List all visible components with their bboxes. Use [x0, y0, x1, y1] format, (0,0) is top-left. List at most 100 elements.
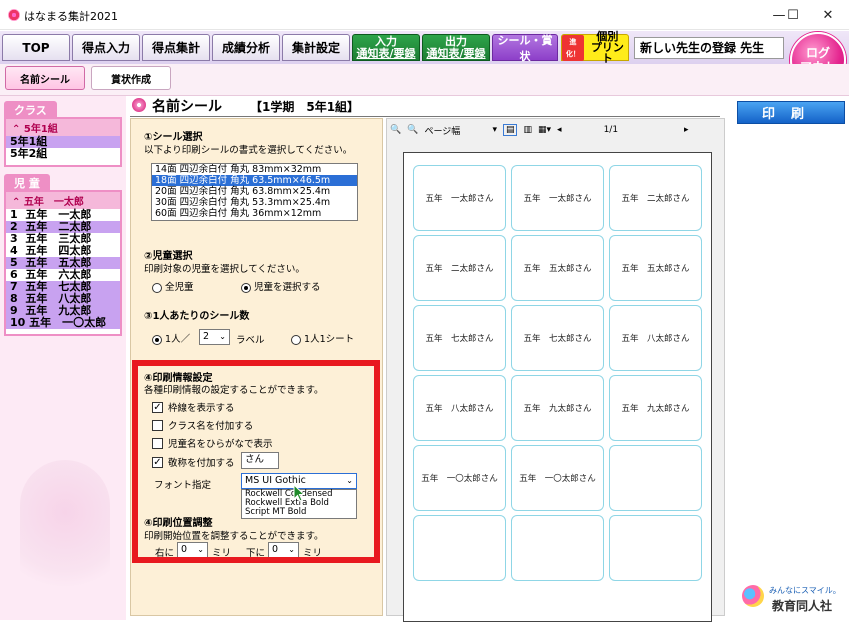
header-divider	[130, 116, 720, 117]
tab-input-label: 入力	[375, 34, 397, 48]
label-cell: 五年 一太郎さん	[413, 165, 506, 231]
print-button[interactable]: 印刷	[737, 101, 845, 124]
label-cell: 五年 九太郎さん	[511, 375, 604, 441]
per-person-unit: ラベル	[236, 335, 265, 346]
per-person-label: 1人／	[165, 334, 191, 345]
label-cell: 五年 一太郎さん	[511, 165, 604, 231]
label-cell: 五年 一〇太郎さん	[511, 445, 604, 511]
full-page-icon[interactable]: ▥	[523, 125, 532, 135]
title-bar: はなまる集計2021 — ☐ ✕	[0, 0, 849, 30]
student-select-desc: 印刷対象の児童を選択してください。	[144, 264, 305, 275]
student-header-label: 五年 一太郎	[23, 197, 84, 208]
label-cell	[609, 515, 702, 581]
tab-output-report[interactable]: 出力 通知表/要録	[422, 34, 490, 61]
class-current-header: ⌃ 5年1組	[6, 119, 120, 136]
tab-top[interactable]: TOP	[2, 34, 70, 61]
zoom-in-icon[interactable]: 🔍	[390, 125, 401, 135]
seal-select-title: ①シール選択	[144, 132, 203, 143]
label-cell: 五年 二太郎さん	[413, 235, 506, 301]
logout-label-1: ログ	[805, 46, 830, 60]
tab-input-sublabel: 通知表/要録	[356, 46, 416, 60]
window-title: はなまる集計2021	[24, 10, 118, 23]
radio-icon	[291, 334, 301, 345]
seal-count-title: ③1人あたりのシール数	[144, 311, 250, 322]
format-option[interactable]: 60面 四辺余白付 角丸 36mm×12mm	[152, 208, 357, 219]
student-item[interactable]: 10 五年 一〇太郎	[6, 317, 120, 329]
student-select-title: ②児童選択	[144, 251, 193, 262]
student-current-header: ⌃ 五年 一太郎	[6, 192, 120, 209]
next-page-icon[interactable]: ▸	[684, 125, 689, 135]
class-item[interactable]: 5年2組	[6, 148, 120, 160]
mascot-watermark	[20, 460, 110, 610]
tab-individual-print[interactable]: 進化！ 個別 プリント	[561, 31, 629, 65]
flower-icon	[132, 98, 146, 112]
collapse-icon: ⌃	[12, 124, 24, 135]
radio-icon	[152, 282, 162, 293]
label-cell	[609, 445, 702, 511]
per-person-value: 2	[203, 331, 210, 342]
highlight-box	[132, 360, 380, 563]
seal-format-list[interactable]: 14面 四辺余白付 角丸 83mm×32mm 18面 四辺余白付 角丸 63.5…	[151, 163, 358, 221]
label-cell	[413, 515, 506, 581]
radio-all-students[interactable]: 全児童	[152, 279, 194, 293]
close-button[interactable]: ✕	[808, 0, 848, 30]
page-indicator: 1/1	[603, 125, 619, 135]
radio-icon	[152, 334, 162, 345]
teacher-name: 新しい先生の登録 先生	[634, 37, 784, 59]
label-cell: 五年 九太郎さん	[609, 375, 702, 441]
label-cell: 五年 八太郎さん	[413, 375, 506, 441]
label-cell: 五年 五太郎さん	[609, 235, 702, 301]
app-flower-icon	[8, 9, 20, 21]
student-list: ⌃ 五年 一太郎 1 五年 一太郎 2 五年 二太郎 3 五年 三太郎 4 五年…	[4, 190, 122, 336]
chevron-down-icon: ⌄	[219, 332, 226, 341]
radio-all-label: 全児童	[165, 282, 194, 293]
maximize-button[interactable]: ☐	[773, 0, 813, 30]
radio-icon	[241, 282, 251, 293]
label-cell: 五年 五太郎さん	[511, 235, 604, 301]
tab-analysis[interactable]: 成績分析	[212, 34, 280, 61]
company-name: 教育同人社	[772, 599, 833, 613]
company-tagline: みんなにスマイル。	[769, 586, 841, 595]
label-grid: 五年 一太郎さん 五年 一太郎さん 五年 二太郎さん 五年 二太郎さん 五年 五…	[413, 165, 702, 581]
page-header: 名前シール 【1学期 5年1組】	[130, 96, 720, 118]
dropdown-arrow-icon[interactable]: ▾	[492, 125, 497, 135]
radio-one-sheet[interactable]: 1人1シート	[291, 331, 354, 345]
student-section-title: 児 童	[4, 174, 50, 190]
preview-toolbar: 🔍 🔍 ページ幅 ▾ ▤ ▥ ▦▾ ◂ 1/1 ▸	[390, 121, 723, 139]
class-section-title: クラス	[4, 101, 57, 117]
tab-score-input[interactable]: 得点入力	[72, 34, 140, 61]
tab-output-sublabel: 通知表/要録	[426, 46, 486, 60]
class-header-label: 5年1組	[23, 124, 58, 135]
tab-score-total[interactable]: 得点集計	[142, 34, 210, 61]
format-option[interactable]: 14面 四辺余白付 角丸 83mm×32mm	[152, 164, 357, 175]
one-sheet-label: 1人1シート	[304, 334, 355, 345]
prev-page-icon[interactable]: ◂	[557, 125, 562, 135]
radio-select-students[interactable]: 児童を選択する	[241, 279, 321, 293]
tab-output-label: 出力	[445, 34, 467, 48]
tab-input-report[interactable]: 入力 通知表/要録	[352, 34, 420, 61]
company-logo-icon	[742, 585, 764, 607]
tab-seal-certificate[interactable]: シール・賞状	[492, 34, 558, 63]
zoom-out-icon[interactable]: 🔍	[407, 125, 418, 135]
format-option[interactable]: 18面 四辺余白付 角丸 63.5mm×46.5m	[152, 175, 357, 186]
page-title: 名前シール	[152, 99, 222, 115]
subtab-name-seal[interactable]: 名前シール	[5, 66, 85, 90]
collapse-icon: ⌃	[12, 197, 24, 208]
subtab-certificate[interactable]: 賞状作成	[91, 66, 171, 90]
page-width-icon[interactable]: ▤	[502, 124, 518, 136]
format-option[interactable]: 30面 四辺余白付 角丸 53.3mm×25.4m	[152, 197, 357, 208]
tab-settings[interactable]: 集計設定	[282, 34, 350, 61]
multi-page-icon[interactable]: ▦▾	[538, 125, 551, 135]
evolved-badge: 進化！	[562, 34, 584, 61]
label-cell: 五年 七太郎さん	[413, 305, 506, 371]
tab-individual-sublabel: プリント	[590, 41, 624, 65]
label-cell: 五年 二太郎さん	[609, 165, 702, 231]
radio-per-person[interactable]: 1人／	[152, 331, 190, 345]
zoom-select[interactable]: ページ幅	[424, 124, 486, 137]
label-cell: 五年 八太郎さん	[609, 305, 702, 371]
per-person-select[interactable]: 2 ⌄	[199, 329, 230, 345]
format-option[interactable]: 20面 四辺余白付 角丸 63.8mm×25.4m	[152, 186, 357, 197]
label-cell: 五年 七太郎さん	[511, 305, 604, 371]
radio-select-label: 児童を選択する	[254, 282, 321, 293]
class-list: ⌃ 5年1組 5年1組 5年2組	[4, 117, 122, 167]
